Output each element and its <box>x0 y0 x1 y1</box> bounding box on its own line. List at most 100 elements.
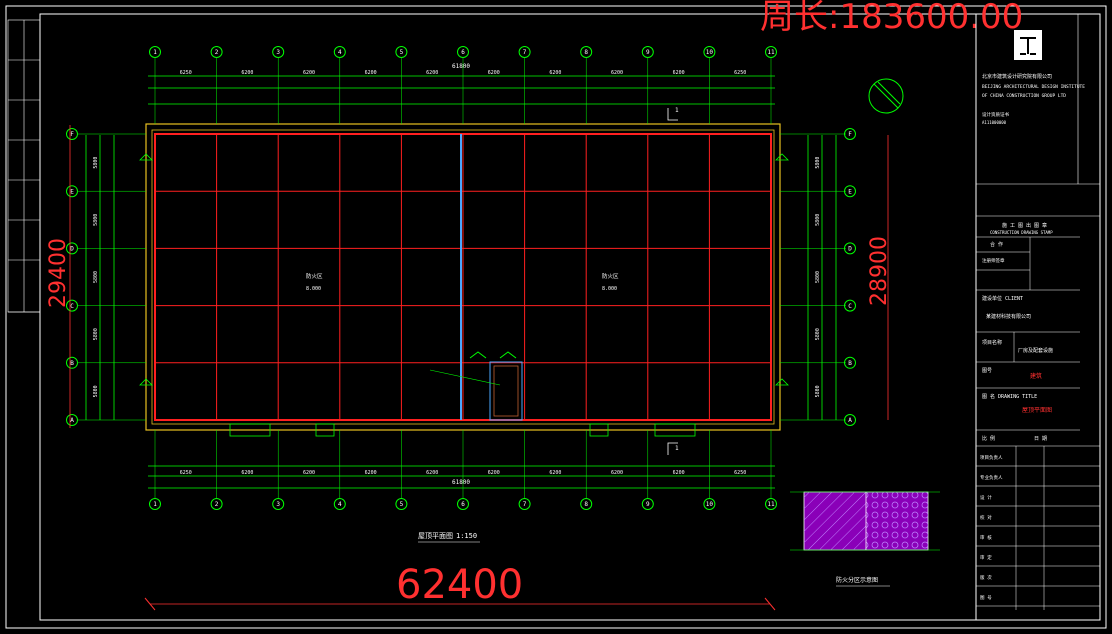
axis-bubble-right-E: E <box>844 185 856 198</box>
tb-row-label-6: 版 次 <box>980 574 992 581</box>
svg-text:10: 10 <box>706 49 714 56</box>
svg-text:8: 8 <box>584 501 588 508</box>
bay-dim-top-1: 6250 <box>180 70 192 76</box>
bay-dim-bottom-1: 6250 <box>180 470 192 476</box>
bay-dim-top-10: 6250 <box>734 70 746 76</box>
svg-text:6: 6 <box>461 501 465 508</box>
svg-text:11: 11 <box>767 49 775 56</box>
row-dimensions: 5800 5800 5800 5800 5800 5800 5800 5800 5800 5800 <box>93 157 821 398</box>
axis-bubble-bottom-5: 5 <box>395 498 408 510</box>
bay-dim-top-9: 6200 <box>673 70 685 76</box>
stair-inner <box>493 365 519 417</box>
axis-bubble-top-1: 1 <box>149 46 161 58</box>
zone-label-right: 防火区 <box>602 272 619 280</box>
svg-text:C: C <box>848 303 852 310</box>
axis-bubble-left-A: A <box>66 414 78 426</box>
bay-dim-bottom-2: 6200 <box>241 470 253 476</box>
axis-bubble-bottom-3: 3 <box>272 498 285 510</box>
svg-text:3: 3 <box>276 501 280 508</box>
axis-bubbles-bottom: 1 2 3 4 5 6 7 8 9 10 11 <box>149 498 777 510</box>
svg-text:A: A <box>848 417 852 424</box>
plan-title: 屋顶平面图 <box>418 532 453 540</box>
title-block[interactable]: 北京市建筑设计研究院有限公司 BEIJING ARCHITECTURAL DES… <box>975 14 1100 620</box>
svg-text:1: 1 <box>153 49 157 56</box>
scale-label: 比 例 <box>982 435 995 442</box>
stair-core <box>489 361 523 421</box>
tb-row-label-3: 校 对 <box>980 514 992 521</box>
bay-dim-top-2: 6200 <box>241 70 253 76</box>
date-label: 日 期 <box>1034 436 1047 442</box>
svg-text:3: 3 <box>276 49 280 56</box>
axis-bubble-top-5: 5 <box>395 46 408 58</box>
axis-bubble-top-11: 11 <box>765 46 777 58</box>
cell-a: 合 作 <box>990 241 1003 248</box>
bay-dim-top-6: 6200 <box>488 70 500 76</box>
tb-row-label-7: 图 号 <box>980 595 992 601</box>
axis-bubble-bottom-6: 6 <box>457 498 469 510</box>
svg-text:F: F <box>848 131 852 138</box>
plan-scale: 1:150 <box>456 532 477 540</box>
drawing-title-label: 图 名 DRAWING TITLE <box>982 393 1037 400</box>
svg-text:1: 1 <box>153 501 157 508</box>
row-dim-right-1: 5800 <box>815 157 821 169</box>
axis-bubble-right-C: C <box>844 299 856 312</box>
tb-row-label-2: 设 计 <box>980 494 992 501</box>
row-dim-right-4: 5800 <box>815 328 821 340</box>
axis-bubble-top-3: 3 <box>272 46 285 58</box>
row-dim-left-1: 5800 <box>93 157 99 169</box>
bay-dim-bottom-10: 6250 <box>734 470 746 476</box>
svg-text:E: E <box>848 188 852 195</box>
axis-bubble-left-E: E <box>66 185 78 198</box>
svg-text:10: 10 <box>706 501 714 508</box>
stamp-title: 施 工 图 出 图 章 <box>1002 222 1047 229</box>
svg-text:7: 7 <box>523 49 527 56</box>
tb-row-label-1: 专业负责人 <box>980 474 1003 481</box>
tb-row-label-5: 审 定 <box>980 554 992 561</box>
svg-text:D: D <box>848 246 852 253</box>
client-label: 建设单位 CLIENT <box>982 295 1023 302</box>
axis-bubble-top-10: 10 <box>703 46 716 58</box>
level-right: 8.000 <box>602 286 617 292</box>
axis-bubble-right-A: A <box>844 414 856 426</box>
zone-label-left: 防火区 <box>306 272 323 280</box>
axis-bubble-bottom-10: 10 <box>703 498 716 510</box>
level-left: 8.000 <box>306 286 321 292</box>
fire-zone-diagram[interactable]: 防火分区示意图 <box>790 491 940 587</box>
axis-bubble-bottom-7: 7 <box>518 498 531 510</box>
axis-bubble-bottom-8: 8 <box>580 498 593 510</box>
roof-plan[interactable]: 61800 61800 防火区 防火区 8.000 8.000 1 1 1 2 … <box>66 46 856 543</box>
project-label: 项目名称 <box>982 339 1002 346</box>
svg-text:5: 5 <box>400 49 404 56</box>
axis-bubble-bottom-9: 9 <box>641 498 654 510</box>
cad-drawing-canvas[interactable]: 周长:183600.00 61800 61800 防火区 防火区 8.000 8… <box>0 0 1112 634</box>
axis-bubble-right-F: F <box>844 128 856 140</box>
right-height-dim: 28900 <box>867 236 892 306</box>
outer-frame <box>5 5 1107 629</box>
client-value: 某建材科技有限公司 <box>986 313 1031 320</box>
cert-number: A111000000 <box>982 120 1007 125</box>
axis-bubble-top-6: 6 <box>457 46 469 58</box>
roof-drains <box>139 153 789 437</box>
svg-text:E: E <box>70 188 74 195</box>
row-dim-right-5: 5800 <box>815 385 821 397</box>
signature-rows: 项目负责人专业负责人设 计校 对审 核审 定版 次图 号 <box>976 454 1100 607</box>
svg-text:9: 9 <box>646 501 650 508</box>
axis-bubble-bottom-2: 2 <box>210 498 223 510</box>
company-name-en-2: OF CHINA CONSTRUCTION GROUP LTD <box>982 93 1066 99</box>
row-dim-right-2: 5800 <box>815 214 821 226</box>
axis-bubble-right-D: D <box>844 242 856 255</box>
bay-dim-bottom-6: 6200 <box>488 470 500 476</box>
row-dim-left-2: 5800 <box>93 214 99 226</box>
section-cut-marks <box>667 108 678 455</box>
project-value: 厂房及配套设施 <box>1018 347 1053 354</box>
bay-dim-top-4: 6200 <box>365 70 377 76</box>
svg-text:4: 4 <box>338 49 342 56</box>
axis-bubble-top-4: 4 <box>333 46 346 58</box>
svg-text:8: 8 <box>584 49 588 56</box>
red-tag-discipline: 建筑 <box>1030 372 1042 380</box>
bay-dim-bottom-8: 6200 <box>611 470 623 476</box>
svg-text:7: 7 <box>523 501 527 508</box>
total-span-bottom: 61800 <box>452 479 470 486</box>
section-mark-bottom: 1 <box>675 445 679 452</box>
bay-dim-bottom-4: 6200 <box>365 470 377 476</box>
